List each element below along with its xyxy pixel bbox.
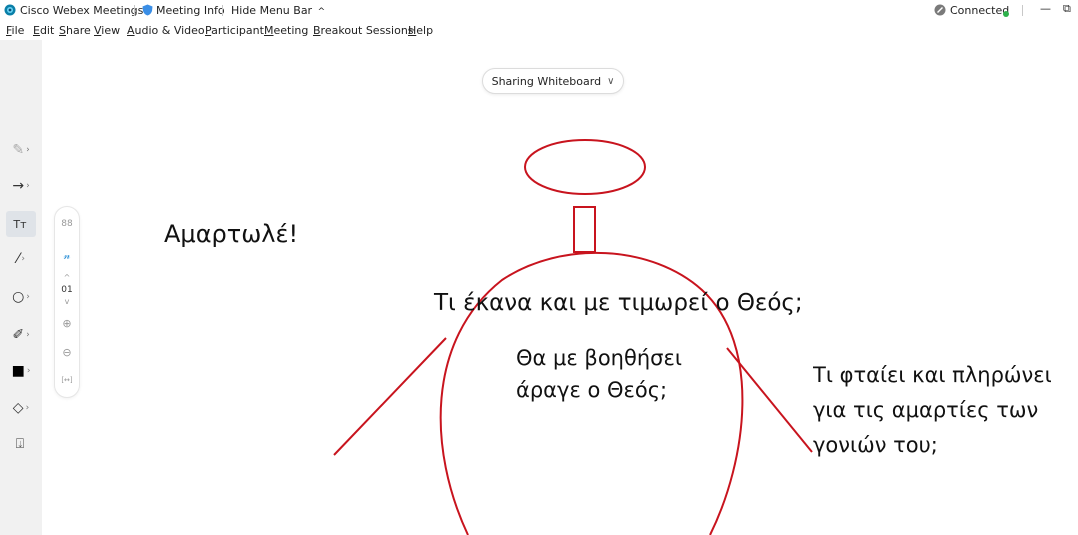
annotation-toolbar: ✎ › → › Tт ⁄ › ○ › ✐ › ■ › ◇ › ⍗ bbox=[0, 40, 42, 535]
restore-button[interactable]: ⧉ bbox=[1063, 2, 1071, 16]
hide-menu-label: Hide Menu Bar bbox=[231, 4, 313, 17]
neck-rect-shape bbox=[573, 206, 596, 253]
size-value: 01 bbox=[61, 285, 73, 295]
shape-tool-button[interactable]: ○ › bbox=[6, 284, 36, 310]
hide-menu-bar-button[interactable]: Hide Menu Bar ^ bbox=[231, 4, 325, 17]
ellipse-icon: ○ bbox=[12, 289, 25, 305]
menu-audio-video[interactable]: Audio & Video bbox=[127, 24, 205, 37]
minimize-button[interactable]: — bbox=[1040, 2, 1051, 15]
menu-meeting[interactable]: Meeting bbox=[264, 24, 308, 37]
help-line-1: Θα με βοηθήσει bbox=[516, 346, 682, 370]
left-arm-line bbox=[333, 337, 447, 456]
help-line-2: άραγε ο Θεός; bbox=[516, 378, 668, 402]
arrow-tool-button[interactable]: → › bbox=[6, 173, 36, 199]
menu-share[interactable]: Share bbox=[59, 24, 91, 37]
head-ellipse-shape bbox=[524, 139, 646, 195]
parents-line-1: Τι φταίει και πληρώνει bbox=[813, 363, 1052, 387]
save-tool-button[interactable]: ⍗ bbox=[6, 431, 36, 457]
chevron-down-icon: ∨ bbox=[607, 75, 615, 87]
eraser-icon: ◇ bbox=[12, 400, 24, 416]
pencil-icon: ✐ bbox=[12, 327, 25, 343]
menu-breakout-sessions[interactable]: Breakout Sessions bbox=[313, 24, 414, 37]
eraser-tool-button[interactable]: ◇ › bbox=[6, 395, 36, 421]
pen-icon: ✎ bbox=[12, 142, 25, 158]
zoom-palette: 88 𝓃 ^ 01 v ⊕ ⊖ [↔] bbox=[54, 206, 80, 398]
size-down-icon[interactable]: v bbox=[55, 297, 79, 306]
title-bar: Cisco Webex Meetings Meeting Info Hide M… bbox=[0, 0, 1078, 20]
whiteboard-text-question[interactable]: Τι έκανα και με τιμωρεί ο Θεός; bbox=[434, 290, 803, 316]
menu-edit[interactable]: Edit bbox=[33, 24, 54, 37]
menu-bar: File Edit Share View Audio & Video Parti… bbox=[0, 20, 1078, 40]
sharing-label: Sharing Whiteboard bbox=[491, 74, 602, 88]
connection-dot-icon bbox=[1003, 7, 1009, 20]
arrow-icon: → bbox=[12, 178, 25, 194]
connection-status: Connected bbox=[950, 4, 1010, 17]
app-title: Cisco Webex Meetings bbox=[20, 4, 144, 17]
menu-file[interactable]: File bbox=[6, 24, 24, 37]
zoom-in-icon[interactable]: ⊕ bbox=[55, 317, 79, 330]
pen-tool-button[interactable]: ✎ › bbox=[6, 137, 36, 163]
chevron-up-icon: ^ bbox=[317, 7, 326, 17]
handwriting-icon[interactable]: 𝓃 bbox=[55, 249, 79, 263]
line-icon: ⁄ bbox=[17, 251, 20, 267]
text-icon: Tт bbox=[13, 217, 27, 231]
fit-width-icon[interactable]: [↔] bbox=[55, 376, 79, 384]
color-tool-button[interactable]: ■ › bbox=[6, 358, 36, 384]
highlighter-tool-button[interactable]: ✐ › bbox=[6, 322, 36, 348]
whiteboard-canvas[interactable]: Αμαρτωλέ! Τι έκανα και με τιμωρεί ο Θεός… bbox=[42, 40, 1078, 535]
line-tool-button[interactable]: ⁄ › bbox=[6, 246, 36, 272]
webex-logo-icon bbox=[4, 4, 16, 19]
meeting-info-button[interactable]: Meeting Info bbox=[156, 4, 225, 17]
size-up-icon[interactable]: ^ bbox=[55, 273, 79, 282]
parents-line-3: γονιών του; bbox=[813, 433, 938, 457]
shield-icon bbox=[142, 4, 153, 19]
color-swatch-icon: ■ bbox=[11, 363, 25, 379]
menu-help[interactable]: Help bbox=[408, 24, 433, 37]
parents-line-2: για τις αμαρτίες των bbox=[813, 398, 1039, 422]
whiteboard-text-sinner[interactable]: Αμαρτωλέ! bbox=[164, 220, 298, 248]
sharing-whiteboard-dropdown[interactable]: Sharing Whiteboard ∨ bbox=[482, 68, 624, 94]
grid-icon[interactable]: 88 bbox=[55, 219, 79, 229]
zoom-out-icon[interactable]: ⊖ bbox=[55, 346, 79, 359]
text-tool-button[interactable]: Tт bbox=[6, 211, 36, 237]
connection-status-icon bbox=[934, 4, 946, 19]
menu-view[interactable]: View bbox=[94, 24, 120, 37]
whiteboard-text-parents[interactable]: Τι φταίει και πληρώνει για τις αμαρτίες … bbox=[813, 358, 1078, 463]
save-icon: ⍗ bbox=[15, 436, 25, 452]
whiteboard-text-help[interactable]: Θα με βοηθήσει άραγε ο Θεός; bbox=[516, 342, 682, 406]
menu-participant[interactable]: Participant bbox=[205, 24, 264, 37]
